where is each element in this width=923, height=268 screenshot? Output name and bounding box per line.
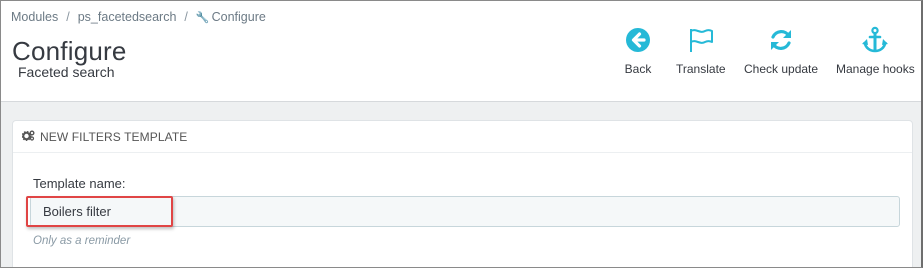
breadcrumb-modules[interactable]: Modules bbox=[11, 10, 58, 24]
breadcrumb-current: 🔧 Configure bbox=[196, 10, 266, 24]
panel-heading: NEW FILTERS TEMPLATE bbox=[13, 121, 912, 153]
wrench-icon: 🔧 bbox=[195, 12, 210, 24]
panel-title: NEW FILTERS TEMPLATE bbox=[40, 129, 188, 144]
breadcrumb-separator: / bbox=[184, 10, 188, 24]
mouse-cursor-icon bbox=[346, 263, 352, 267]
template-name-label: Template name: bbox=[33, 176, 126, 191]
breadcrumb-module[interactable]: ps_facetedsearch bbox=[78, 10, 177, 24]
filters-template-panel: NEW FILTERS TEMPLATE Template name: Only… bbox=[12, 120, 913, 267]
template-name-input[interactable] bbox=[30, 196, 900, 227]
page-title: Configure bbox=[12, 36, 127, 66]
help-text: Only as a reminder bbox=[33, 235, 131, 247]
refresh-icon bbox=[766, 25, 796, 55]
anchor-icon bbox=[860, 25, 890, 55]
translate-button[interactable]: Translate bbox=[676, 25, 726, 76]
manage-hooks-label: Manage hooks bbox=[836, 62, 915, 76]
arrow-left-circle-icon bbox=[623, 25, 653, 55]
manage-hooks-button[interactable]: Manage hooks bbox=[836, 25, 915, 76]
breadcrumb-separator: / bbox=[66, 10, 70, 24]
translate-label: Translate bbox=[676, 62, 726, 76]
page-header: Modules / ps_facetedsearch / 🔧 Configure … bbox=[1, 1, 921, 102]
admin-window: Modules / ps_facetedsearch / 🔧 Configure … bbox=[0, 0, 923, 268]
flag-icon bbox=[686, 25, 716, 55]
check-update-button[interactable]: Check update bbox=[744, 25, 818, 76]
check-update-label: Check update bbox=[744, 62, 819, 76]
back-button[interactable]: Back bbox=[623, 25, 653, 76]
breadcrumb: Modules / ps_facetedsearch / 🔧 Configure bbox=[11, 10, 266, 24]
cogs-icon bbox=[21, 130, 35, 144]
back-label: Back bbox=[624, 62, 652, 76]
page-subtitle: Faceted search bbox=[18, 64, 115, 80]
breadcrumb-configure: Configure bbox=[211, 10, 266, 24]
